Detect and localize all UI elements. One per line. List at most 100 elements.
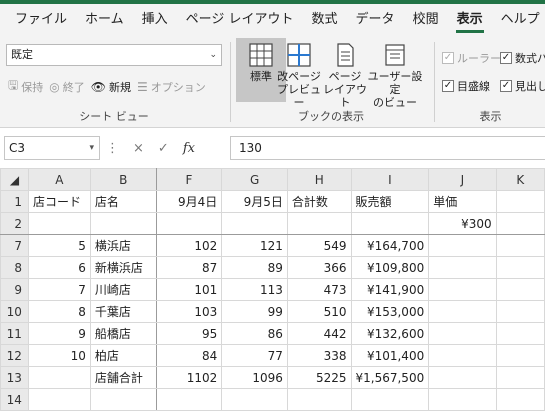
column-header[interactable]: F bbox=[155, 168, 223, 191]
sheet-view-select[interactable]: 既定 ⌄ bbox=[6, 44, 222, 66]
cell[interactable] bbox=[27, 366, 91, 389]
cell[interactable] bbox=[89, 212, 157, 235]
cell[interactable]: 473 bbox=[286, 278, 352, 301]
cell[interactable] bbox=[495, 234, 545, 257]
cell[interactable]: 103 bbox=[155, 300, 223, 323]
name-box[interactable]: C3 ▾ bbox=[4, 136, 100, 160]
cell[interactable] bbox=[495, 212, 545, 235]
cell[interactable] bbox=[428, 256, 497, 279]
cell[interactable] bbox=[495, 278, 545, 301]
cell[interactable]: 338 bbox=[286, 344, 352, 367]
cell[interactable]: 販売額 bbox=[350, 190, 430, 213]
column-header[interactable]: J bbox=[428, 168, 497, 191]
headings-checkbox[interactable]: ✓ 見出し bbox=[500, 78, 545, 94]
row-header[interactable]: 11 bbox=[0, 322, 29, 345]
page-layout-button[interactable]: ページ レイアウト bbox=[320, 38, 370, 109]
cell[interactable]: 1102 bbox=[155, 366, 223, 389]
cell[interactable] bbox=[428, 388, 497, 411]
tab-home[interactable]: ホーム bbox=[76, 4, 133, 36]
cell[interactable]: ¥164,700 bbox=[350, 234, 430, 257]
tab-file[interactable]: ファイル bbox=[6, 4, 76, 36]
cell[interactable]: 6 bbox=[27, 256, 91, 279]
cell[interactable]: 店舗合計 bbox=[89, 366, 157, 389]
cell[interactable]: ¥109,800 bbox=[350, 256, 430, 279]
enter-icon[interactable]: ✓ bbox=[158, 141, 169, 156]
cell[interactable]: ¥141,900 bbox=[350, 278, 430, 301]
cell[interactable]: 99 bbox=[221, 300, 288, 323]
cell[interactable] bbox=[495, 388, 545, 411]
cell[interactable] bbox=[27, 388, 91, 411]
cell[interactable]: 単価 bbox=[428, 190, 497, 213]
cell[interactable] bbox=[350, 388, 430, 411]
cell[interactable]: 店名 bbox=[89, 190, 157, 213]
new-button[interactable]: 👁 新規 bbox=[91, 79, 131, 95]
row-header[interactable]: 2 bbox=[0, 212, 29, 235]
cell[interactable]: 101 bbox=[155, 278, 223, 301]
cell[interactable] bbox=[350, 212, 430, 235]
cell[interactable]: ¥132,600 bbox=[350, 322, 430, 345]
cell[interactable]: 9月5日 bbox=[221, 190, 288, 213]
cell[interactable]: 川崎店 bbox=[89, 278, 157, 301]
cell[interactable]: ¥1,567,500 bbox=[350, 366, 430, 389]
cell[interactable] bbox=[286, 388, 352, 411]
cell[interactable] bbox=[286, 212, 352, 235]
cell[interactable]: 510 bbox=[286, 300, 352, 323]
tab-help[interactable]: ヘルプ bbox=[492, 4, 545, 36]
cell[interactable]: ¥101,400 bbox=[350, 344, 430, 367]
cell[interactable]: 5 bbox=[27, 234, 91, 257]
cell[interactable] bbox=[495, 344, 545, 367]
column-header[interactable]: A bbox=[27, 168, 91, 191]
cell[interactable] bbox=[495, 366, 545, 389]
row-header[interactable]: 7 bbox=[0, 234, 29, 257]
cell[interactable] bbox=[221, 388, 288, 411]
cell[interactable]: 横浜店 bbox=[89, 234, 157, 257]
keep-button[interactable]: 🖫 保持 bbox=[8, 76, 43, 97]
gridlines-checkbox[interactable]: ✓ 目盛線 bbox=[442, 78, 490, 94]
cell[interactable]: 366 bbox=[286, 256, 352, 279]
options-button[interactable]: ☰ オプション bbox=[137, 79, 206, 95]
cell[interactable]: 店コード bbox=[27, 190, 91, 213]
cell[interactable]: 87 bbox=[155, 256, 223, 279]
column-header[interactable]: B bbox=[89, 168, 157, 191]
cell[interactable]: 102 bbox=[155, 234, 223, 257]
cell[interactable]: 113 bbox=[221, 278, 288, 301]
cell[interactable] bbox=[428, 278, 497, 301]
cell[interactable]: 442 bbox=[286, 322, 352, 345]
select-all-corner[interactable]: ◢ bbox=[0, 168, 29, 191]
tab-formulas[interactable]: 数式 bbox=[303, 4, 347, 36]
cell[interactable]: 船橋店 bbox=[89, 322, 157, 345]
cell[interactable]: 合計数 bbox=[286, 190, 352, 213]
column-header[interactable]: K bbox=[495, 168, 545, 191]
insert-function-icon[interactable]: fx bbox=[183, 141, 195, 156]
cell[interactable] bbox=[428, 322, 497, 345]
cell[interactable] bbox=[428, 344, 497, 367]
tab-data[interactable]: データ bbox=[347, 4, 404, 36]
column-header[interactable]: H bbox=[286, 168, 352, 191]
cell[interactable]: 84 bbox=[155, 344, 223, 367]
cell[interactable]: 121 bbox=[221, 234, 288, 257]
cell[interactable]: 77 bbox=[221, 344, 288, 367]
row-header[interactable]: 8 bbox=[0, 256, 29, 279]
cell[interactable] bbox=[428, 366, 497, 389]
cell[interactable] bbox=[27, 212, 91, 235]
tab-page-layout[interactable]: ページ レイアウト bbox=[177, 4, 303, 36]
cell[interactable]: 8 bbox=[27, 300, 91, 323]
row-header[interactable]: 13 bbox=[0, 366, 29, 389]
ruler-checkbox[interactable]: ✓ ルーラー bbox=[442, 50, 501, 66]
cancel-icon[interactable]: × bbox=[133, 141, 144, 156]
cell[interactable] bbox=[495, 322, 545, 345]
cell[interactable]: 95 bbox=[155, 322, 223, 345]
column-header[interactable]: G bbox=[221, 168, 288, 191]
tab-insert[interactable]: 挿入 bbox=[133, 4, 177, 36]
cell[interactable]: 89 bbox=[221, 256, 288, 279]
cell[interactable]: 1096 bbox=[221, 366, 288, 389]
cell[interactable]: 柏店 bbox=[89, 344, 157, 367]
cell[interactable] bbox=[155, 212, 223, 235]
cell[interactable] bbox=[428, 234, 497, 257]
cell[interactable] bbox=[495, 256, 545, 279]
row-header[interactable]: 10 bbox=[0, 300, 29, 323]
cell[interactable]: 7 bbox=[27, 278, 91, 301]
cell[interactable]: 9月4日 bbox=[155, 190, 223, 213]
formula-bar-checkbox[interactable]: ✓ 数式バ bbox=[500, 50, 545, 66]
tab-review[interactable]: 校閲 bbox=[404, 4, 448, 36]
